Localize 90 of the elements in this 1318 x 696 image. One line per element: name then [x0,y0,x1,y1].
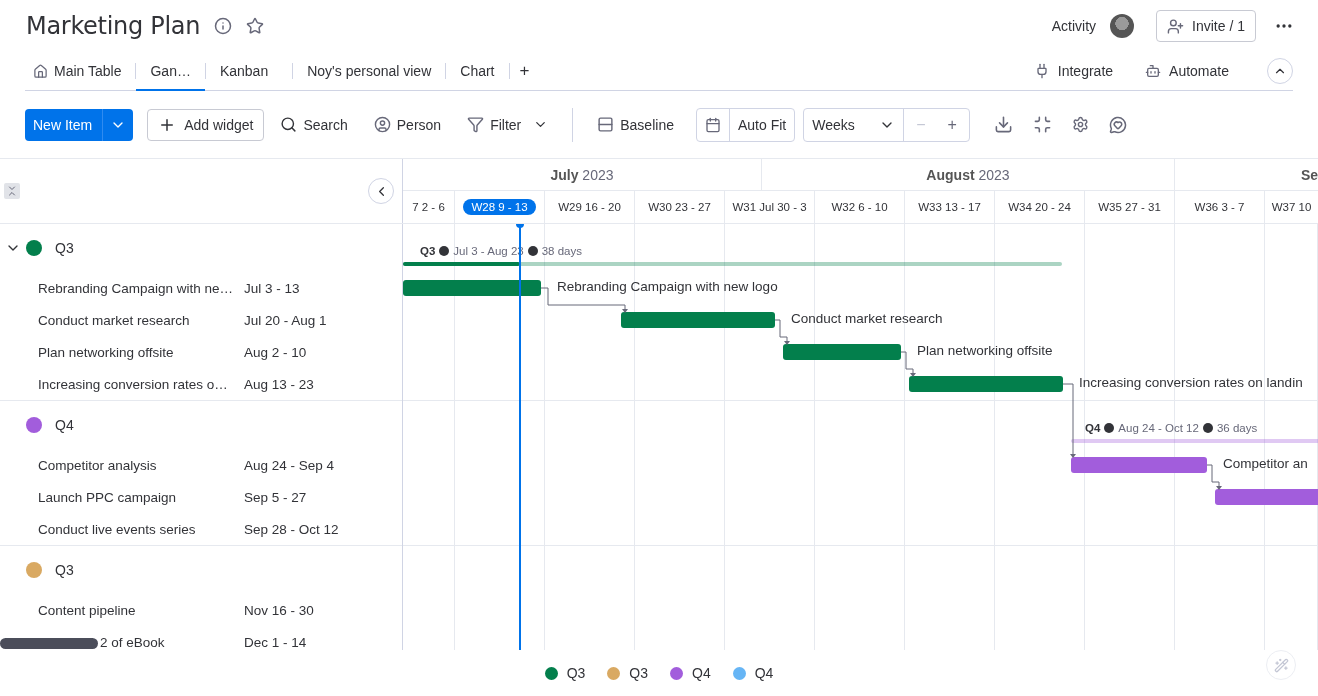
task-dates: Jul 3 - 13 [244,280,300,296]
baseline-button[interactable]: Baseline [587,108,684,141]
dependency-arrow [900,351,916,377]
group-name[interactable]: Q3 [55,240,74,256]
scrollbar-thumb[interactable] [0,638,98,649]
invite-button[interactable]: Invite / 1 [1156,10,1256,42]
shrink-icon [1032,115,1052,134]
legend-label: Q3 [629,665,648,681]
week-label[interactable]: W36 3 - 7 [1186,199,1253,215]
robot-icon [1145,63,1162,79]
activity-link[interactable]: Activity [1051,18,1097,34]
task-dates: Aug 13 - 23 [244,376,314,392]
integrate-button[interactable]: Integrate [1017,63,1130,79]
wand-icon [1273,657,1289,673]
person-plus-icon [1167,17,1185,35]
auto-fit-control[interactable]: Auto Fit [695,107,796,142]
automate-button[interactable]: Automate [1129,63,1245,79]
add-widget-button[interactable]: Add widget [147,108,265,141]
task-name[interactable]: Competitor analysis [38,457,244,473]
download-icon [993,115,1013,134]
task-dates: Dec 1 - 14 [244,634,307,650]
month-label: Se [1300,166,1318,183]
zoom-in-button[interactable]: + [939,115,965,134]
task-name[interactable]: Conduct live events series [38,521,244,537]
task-dates: Aug 24 - Sep 4 [244,457,335,473]
rows-icon [597,116,615,133]
bar-label: Conduct market research [791,311,943,326]
month-label: July 2023 [550,166,614,183]
search-icon [280,116,298,133]
filter-icon [467,116,485,133]
task-dates: Jul 20 - Aug 1 [244,312,327,328]
group-summary: Q4 Aug 24 - Oct 12 36 days [1085,422,1258,434]
person-button[interactable]: Person [363,108,452,141]
calendar-icon [704,116,721,133]
home-icon [33,63,48,79]
task-dates: Nov 16 - 30 [244,602,314,618]
bar-label: Competitor an [1223,456,1308,471]
week-label[interactable]: W37 10 [1263,199,1318,215]
task-name[interactable]: Launch PPC campaign [38,489,244,505]
chat-heart-icon [1108,115,1127,134]
view-tab[interactable]: Main Table [25,53,136,91]
task-name[interactable]: Rebranding Campaign with ne… [38,280,244,296]
task-name[interactable]: Conduct market research [38,312,244,328]
view-tab[interactable]: Chart [446,53,509,91]
legend-label: Q3 [566,665,586,681]
task-name[interactable]: Plan networking offsite [38,344,244,360]
view-tab[interactable]: Noy's personal view [293,53,446,91]
month-label: August 2023 [926,166,1010,183]
auto-fit-button[interactable]: Auto Fit [729,108,795,141]
task-dates: Sep 28 - Oct 12 [244,521,339,537]
star-icon[interactable] [246,17,265,35]
week-label[interactable]: W28 9 - 13 [463,199,536,215]
collapse-icon [6,185,18,197]
weeks-dropdown[interactable]: Weeks [804,108,905,141]
group-name[interactable]: Q4 [55,417,74,433]
dependency-arrow [1206,464,1222,490]
week-label[interactable]: W30 23 - 27 [640,199,719,215]
board-title: Marketing Plan [26,12,201,40]
add-view-button[interactable]: + [509,53,540,91]
legend-label: Q4 [692,665,711,681]
task-name[interactable]: Increasing conversion rates o… [38,376,244,392]
avatar[interactable] [1110,14,1135,38]
settings-icon [1071,116,1089,133]
task-name[interactable]: 2 of eBook [100,634,244,650]
week-label[interactable]: W32 6 - 10 [823,199,896,215]
view-tab[interactable]: Gan… [136,53,205,91]
bar-label: Increasing conversion rates on landin [1079,375,1303,390]
task-dates: Aug 2 - 10 [244,344,307,360]
bar-label: Rebranding Campaign with new logo [557,279,778,294]
collapse-panel-button[interactable] [368,178,394,204]
bar-label: Plan networking offsite [917,343,1053,358]
zoom-buttons[interactable]: − + [904,108,969,141]
week-label[interactable]: W35 27 - 31 [1090,199,1169,215]
week-label[interactable]: W33 13 - 17 [910,199,989,215]
dependency-arrow [774,319,790,345]
filter-button[interactable]: Filter [457,108,559,141]
group-name[interactable]: Q3 [55,562,74,578]
zoom-control[interactable]: Weeks − + [803,107,970,142]
week-label[interactable]: 7 2 - 6 [404,199,453,215]
info-icon[interactable] [214,17,233,35]
person-icon [373,116,391,133]
task-name[interactable]: Content pipeline [38,602,244,618]
legend-label: Q4 [754,665,774,681]
week-label[interactable]: W34 20 - 24 [1000,199,1079,215]
week-label[interactable]: W31 Jul 30 - 3 [724,199,815,215]
view-tab[interactable]: Kanban [205,53,283,91]
task-dates: Sep 5 - 27 [244,489,307,505]
search-button[interactable]: Search [270,108,358,141]
week-label[interactable]: W29 16 - 20 [550,199,629,215]
new-item-button[interactable]: New Item [25,108,134,141]
